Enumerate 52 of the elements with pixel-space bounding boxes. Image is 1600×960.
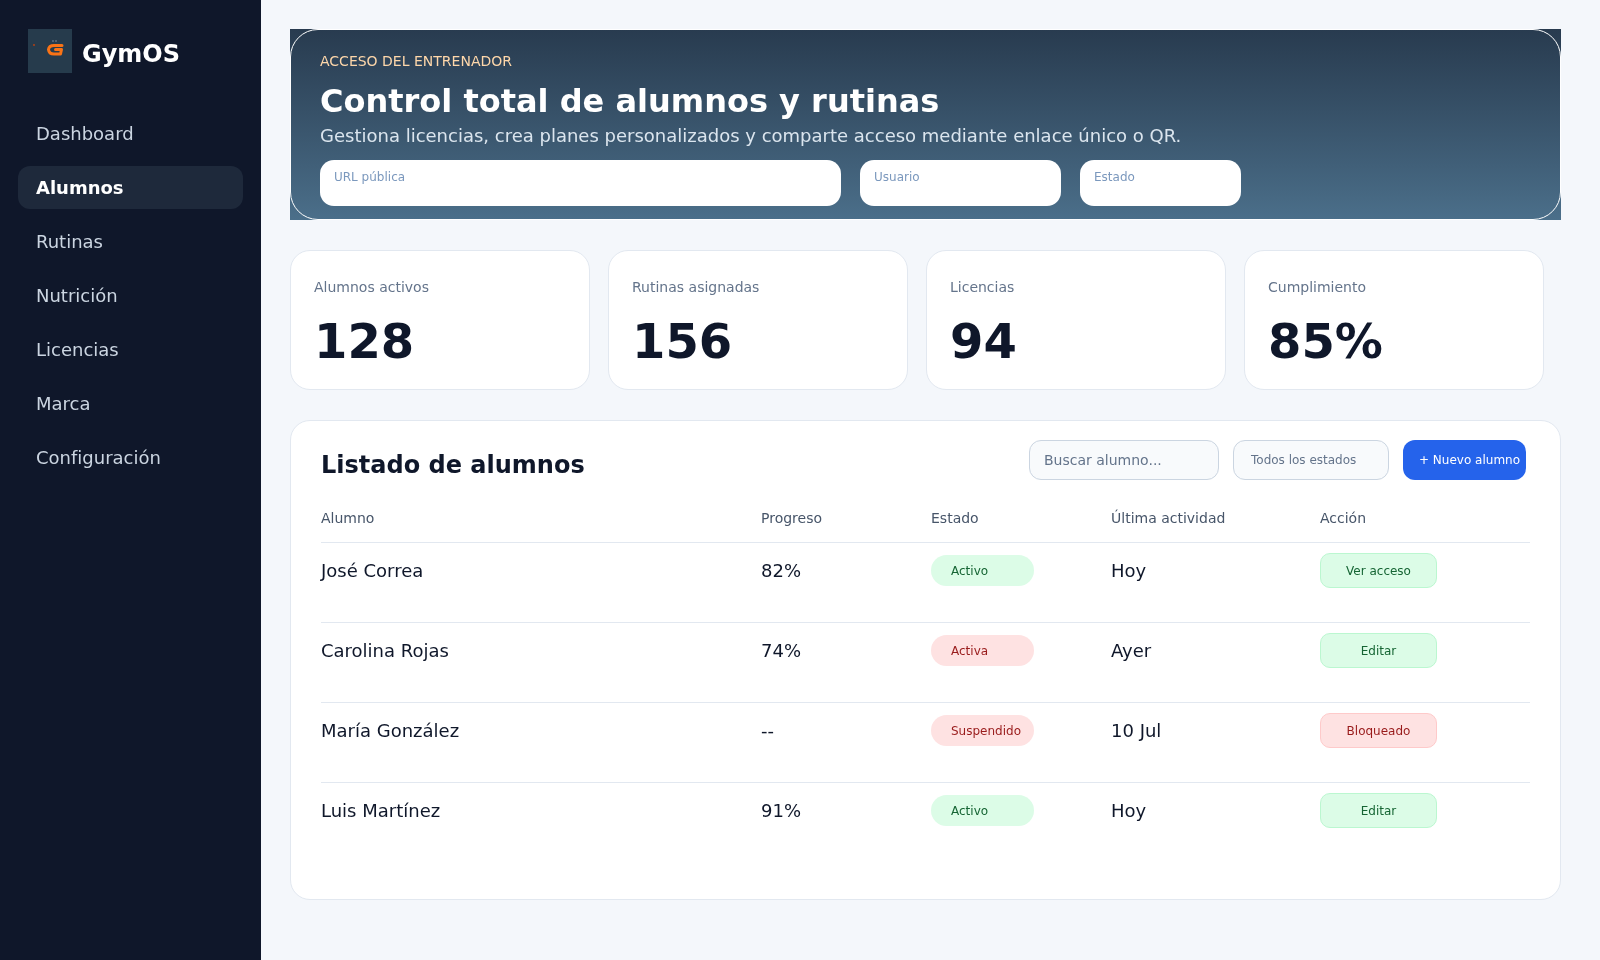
hero-subtitle: Gestiona licencias, crea planes personalizados y comparte acceso mediante enlace único o QR. [320,124,1182,148]
status-badge: Suspendido [931,715,1034,746]
sidebar-item[interactable]: Alumnos [18,166,243,209]
eyebrow-text: ACCESO DEL ENTRENADOR [320,52,512,70]
search-field[interactable]: Buscar alumno... [1029,440,1219,480]
status-badge: Activo [931,795,1034,826]
action-button[interactable]: Ver acceso [1320,553,1437,588]
progress-text: -- [761,718,774,743]
stat-label: Cumplimiento [1268,278,1367,297]
sidebar-item[interactable]: Configuración [18,436,243,479]
last-activity-text: Hoy [1111,558,1147,583]
last-activity-text: Ayer [1111,638,1152,663]
student-name: María González [321,718,460,743]
stat-value: 156 [632,317,733,365]
action-button[interactable]: Editar [1320,793,1437,828]
action-button[interactable]: Bloqueado [1320,713,1437,748]
new-student-button[interactable]: + Nuevo alumno [1403,440,1526,480]
panel-title: Listado de alumnos [321,450,585,481]
action-button[interactable]: Editar [1320,633,1437,668]
stat-value: 128 [314,317,415,365]
text-field[interactable]: Usuario [860,160,1061,206]
column-header: Progreso [761,510,823,526]
last-activity-text: Hoy [1111,798,1147,823]
stat-label: Rutinas asignadas [632,278,760,297]
progress-text: 82% [761,558,801,583]
progress-text: 74% [761,638,801,663]
stat-value: 85% [1268,317,1383,365]
logo-icon [28,29,72,73]
sidebar-item[interactable]: Dashboard [18,112,243,155]
column-header: Estado [931,510,979,526]
brand-name: GymOS [82,39,181,69]
status-badge: Activo [931,555,1034,586]
stat-value: 94 [950,317,1017,365]
sidebar-item[interactable]: Nutrición [18,274,243,317]
status-badge: Activa [931,635,1034,666]
column-header: Acción [1320,510,1367,526]
text-field[interactable]: Estado [1080,160,1241,206]
student-name: Carolina Rojas [321,638,449,663]
student-name: Luis Martínez [321,798,441,823]
last-activity-text: 10 Jul [1111,718,1162,743]
column-header: Última actividad [1111,510,1226,526]
sidebar-item[interactable]: Licencias [18,328,243,371]
student-name: José Correa [321,558,424,583]
hero-title: Control total de alumnos y rutinas [320,83,940,119]
status-filter[interactable]: Todos los estados [1233,440,1389,480]
text-field[interactable]: URL pública [320,160,841,206]
stat-label: Alumnos activos [314,278,429,297]
sidebar-item[interactable]: Rutinas [18,220,243,263]
column-header: Alumno [321,510,375,526]
progress-text: 91% [761,798,801,823]
sidebar-item[interactable]: Marca [18,382,243,425]
stat-label: Licencias [950,278,1015,297]
